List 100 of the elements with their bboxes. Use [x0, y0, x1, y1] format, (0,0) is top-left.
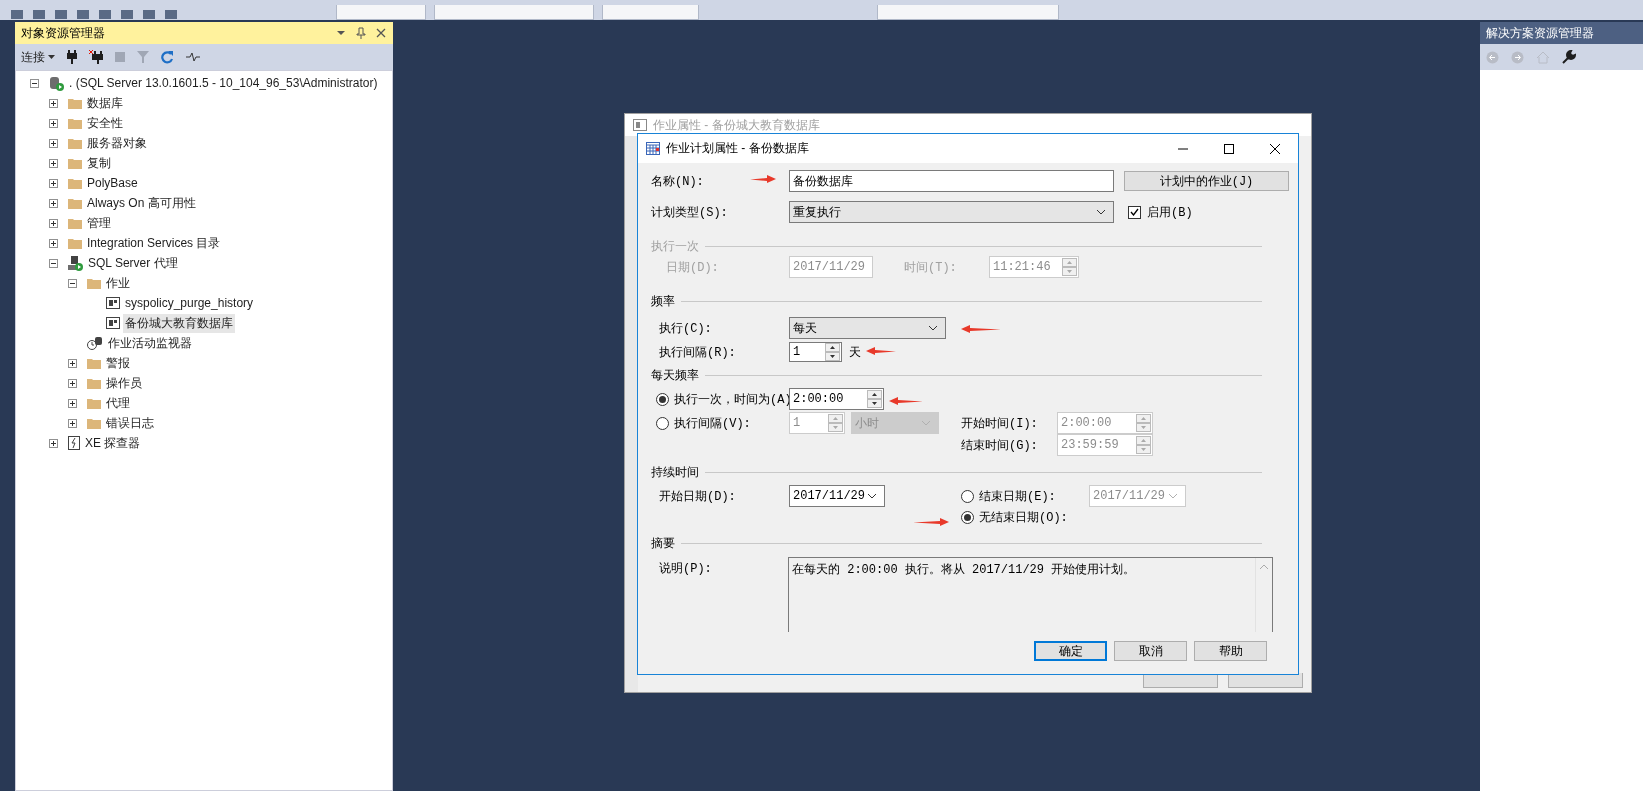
disconnect-icon[interactable]	[89, 50, 103, 64]
tree-item[interactable]: 警报	[104, 353, 132, 373]
toolbar-icon[interactable]	[142, 8, 156, 20]
toolbar-icon[interactable]	[32, 8, 46, 20]
expand-icon[interactable]	[49, 118, 58, 128]
name-field[interactable]: 备份数据库	[789, 170, 1114, 192]
database-server-icon	[49, 75, 64, 91]
expand-icon[interactable]	[49, 238, 58, 248]
activity-icon[interactable]	[186, 52, 200, 62]
annotation-arrow	[961, 325, 1001, 333]
dialog-button[interactable]: 帮助	[1194, 641, 1267, 661]
xe-profiler-icon	[68, 436, 80, 450]
collapse-icon[interactable]	[68, 278, 77, 288]
expand-icon[interactable]	[49, 198, 58, 208]
expand-icon[interactable]	[68, 358, 77, 368]
toolbar-icon[interactable]	[98, 8, 112, 20]
spin-field[interactable]: 2:00:00	[789, 388, 884, 410]
field-label: 名称(N):	[651, 173, 704, 190]
spin-field[interactable]: 2:00:00	[1057, 412, 1153, 434]
expand-icon[interactable]	[49, 438, 58, 448]
radio-button[interactable]	[961, 489, 974, 503]
description-text: 在每天的 2:00:00 执行。将从 2017/11/29 开始使用计划。	[788, 557, 1273, 632]
radio-button[interactable]	[961, 510, 974, 524]
expand-icon[interactable]	[68, 378, 77, 388]
expand-icon[interactable]	[49, 218, 58, 228]
expand-icon[interactable]	[68, 418, 77, 428]
job-icon	[106, 297, 120, 309]
toolbar-icon[interactable]	[120, 8, 134, 20]
annotation-arrow	[866, 347, 896, 355]
toolbar-icon[interactable]	[76, 8, 90, 20]
folder-icon	[68, 237, 82, 249]
schedule-type-dropdown[interactable]: 重复执行	[789, 201, 1114, 223]
collapse-icon[interactable]	[30, 78, 39, 88]
expand-icon[interactable]	[49, 158, 58, 168]
expand-icon[interactable]	[49, 98, 58, 108]
expand-icon[interactable]	[49, 138, 58, 148]
section-heading: 每天频率	[651, 367, 699, 384]
maximize-icon[interactable]	[1223, 142, 1235, 155]
expand-icon[interactable]	[68, 398, 77, 408]
chevron-icon	[928, 325, 938, 331]
tree-item[interactable]: syspolicy_purge_history	[123, 295, 256, 311]
search-field[interactable]	[877, 5, 1059, 20]
close-icon[interactable]	[375, 27, 387, 39]
tree-item[interactable]: XE 探查器	[83, 433, 143, 453]
tree-item[interactable]: 作业	[104, 273, 132, 293]
refresh-icon[interactable]	[161, 50, 174, 64]
section-heading: 频率	[651, 293, 675, 310]
collapse-icon[interactable]	[49, 258, 58, 268]
tree-item[interactable]: 操作员	[104, 373, 144, 393]
folder-icon	[68, 157, 82, 169]
tree-item[interactable]: 作业活动监视器	[106, 333, 194, 353]
field-label: 计划类型(S):	[651, 204, 728, 221]
tree-item[interactable]: 备份城大教育数据库	[123, 313, 235, 333]
wrench-icon[interactable]	[1562, 50, 1576, 64]
pin-icon[interactable]	[355, 27, 367, 39]
connect-button[interactable]: 连接	[21, 48, 55, 66]
checkbox-label: 启用(B)	[1147, 204, 1193, 221]
tree-item[interactable]: SQL Server 代理	[86, 253, 180, 273]
window-title: 作业属性 - 备份城大教育数据库	[653, 116, 821, 134]
tree-item[interactable]: Integration Services 目录	[85, 233, 223, 253]
expand-icon[interactable]	[49, 178, 58, 188]
toolbar-icon[interactable]	[164, 8, 178, 20]
close-icon[interactable]	[1269, 142, 1281, 155]
chevron-icon	[1096, 209, 1106, 215]
dialog-button[interactable]: 确定	[1034, 641, 1107, 661]
toolbar-icon[interactable]	[54, 8, 68, 20]
field-label: 结束时间(G):	[961, 437, 1038, 454]
folder-icon	[68, 217, 82, 229]
toolbar-icon[interactable]	[10, 8, 24, 20]
tree-item[interactable]: 服务器对象	[85, 133, 149, 153]
field-label: 执行间隔(R):	[659, 344, 736, 361]
checkbox[interactable]	[1128, 205, 1141, 219]
jobs-in-schedule-button[interactable]: 计划中的作业(J)	[1124, 171, 1289, 191]
spin-field[interactable]: 23:59:59	[1057, 434, 1153, 456]
tree-item[interactable]: 安全性	[85, 113, 125, 133]
radio-button[interactable]	[656, 392, 669, 406]
tree-item[interactable]: 复制	[85, 153, 113, 173]
tree-item[interactable]: 管理	[85, 213, 113, 233]
tree-item[interactable]: PolyBase	[85, 175, 140, 191]
tree-item[interactable]: 数据库	[85, 93, 125, 113]
field-label: 说明(P):	[659, 561, 712, 577]
dialog-button[interactable]: 取消	[1114, 641, 1187, 661]
spin-arrows-icon[interactable]	[867, 390, 882, 408]
spin-arrows-icon[interactable]	[825, 343, 840, 361]
unit-label: 天	[849, 344, 861, 361]
spin-field[interactable]: 1	[789, 342, 842, 362]
tree-item[interactable]: Always On 高可用性	[85, 193, 198, 213]
section-heading: 摘要	[651, 535, 675, 552]
tree-item[interactable]: 错误日志	[104, 413, 156, 433]
option-label: 无结束日期(O):	[979, 509, 1068, 526]
plug-icon[interactable]	[67, 50, 77, 64]
checkmark-icon	[1130, 208, 1139, 216]
occurs-dropdown[interactable]: 每天	[789, 317, 946, 339]
date-picker[interactable]: 2017/11/29	[789, 485, 885, 507]
radio-button[interactable]	[656, 416, 669, 430]
job-icon	[106, 317, 120, 329]
tree-item[interactable]: 代理	[104, 393, 132, 413]
tree-item[interactable]: . (SQL Server 13.0.1601.5 - 10_104_96_53\Administrator)	[67, 75, 380, 91]
folder-icon	[87, 397, 101, 409]
monitor-icon	[87, 336, 103, 350]
